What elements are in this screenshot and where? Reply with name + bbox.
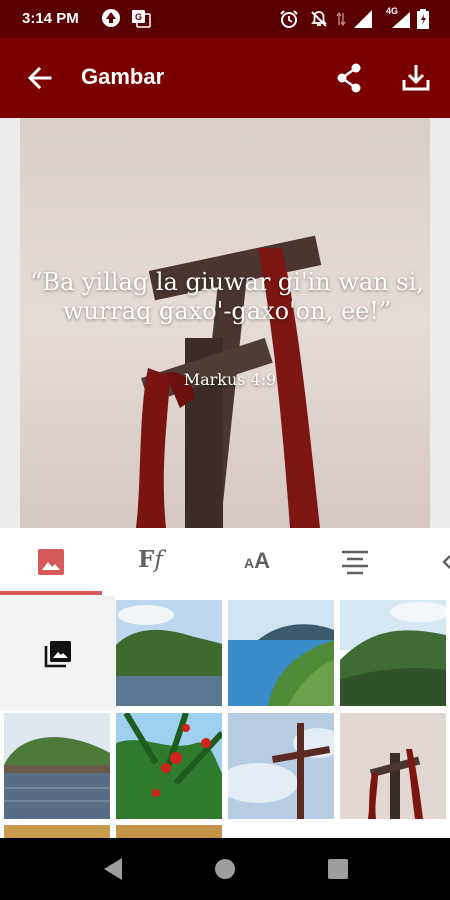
page-title: Gambar	[81, 64, 165, 89]
thumbnail-golden-sky-2[interactable]	[116, 825, 222, 838]
app-bar: Gambar	[0, 38, 450, 118]
preview-area: “Ba yillag la giuwar gi'in wan si, wurra…	[0, 118, 450, 528]
background-image-tab[interactable]	[0, 528, 102, 596]
signal-icon	[354, 10, 372, 28]
verse-text: “Ba yillag la giuwar gi'in wan si, wurra…	[30, 268, 424, 325]
thumbnail-coastline-aerial[interactable]	[228, 600, 334, 706]
font-family-tab[interactable]: Ff	[102, 528, 204, 596]
share-icon	[337, 63, 361, 93]
nav-home-icon[interactable]	[210, 854, 240, 884]
thumbnail-green-mountain-valley[interactable]	[340, 600, 446, 706]
text-size-icon: AA	[244, 548, 271, 573]
align-center-icon	[342, 550, 368, 575]
text-align-tab[interactable]	[306, 528, 408, 596]
more-tab[interactable]	[408, 528, 450, 596]
font-family-icon: Ff	[138, 546, 163, 573]
battery-icon	[417, 9, 429, 29]
thumbnail-cross-with-red-cloth[interactable]	[340, 713, 446, 819]
alarm-icon	[280, 10, 298, 28]
thumbnail-red-flowers-tree[interactable]	[116, 713, 222, 819]
editor-tab-bar: Ff AA	[0, 528, 450, 596]
status-bar: 3:14 PM G 4G	[0, 0, 450, 38]
download-button[interactable]	[396, 58, 436, 98]
svg-text:G: G	[135, 12, 142, 22]
nav-back-icon[interactable]	[98, 854, 128, 884]
translate-icon: G	[132, 10, 151, 28]
gallery-picker-button[interactable]	[0, 596, 115, 711]
thumbnail-green-hills-by-water[interactable]	[116, 600, 222, 706]
photo-library-icon	[44, 641, 71, 668]
data-arrows-icon	[336, 11, 346, 27]
image-icon	[38, 549, 64, 575]
font-size-tab[interactable]: AA	[204, 528, 306, 596]
thumbnail-golden-sky-1[interactable]	[4, 825, 110, 838]
background-image-grid	[0, 596, 450, 838]
system-nav-bar	[0, 838, 450, 900]
thumbnail-cross-against-sky[interactable]	[228, 713, 334, 819]
nav-recents-icon[interactable]	[323, 854, 353, 884]
signal-4g-icon	[392, 12, 410, 28]
tab-selected-indicator	[0, 591, 102, 595]
verse-reference: Markus 4:9	[183, 370, 277, 389]
thumbnail-small-island[interactable]	[4, 713, 110, 819]
back-button[interactable]	[20, 58, 60, 98]
verse-image-preview[interactable]: “Ba yillag la giuwar gi'in wan si, wurra…	[20, 118, 430, 528]
arrow-back-icon	[27, 66, 52, 90]
share-button[interactable]	[330, 58, 370, 98]
notification-app-icon	[102, 9, 120, 27]
mute-icon	[311, 11, 327, 27]
download-icon	[402, 65, 430, 91]
partial-icon	[442, 555, 450, 569]
status-time: 3:14 PM	[22, 10, 79, 27]
